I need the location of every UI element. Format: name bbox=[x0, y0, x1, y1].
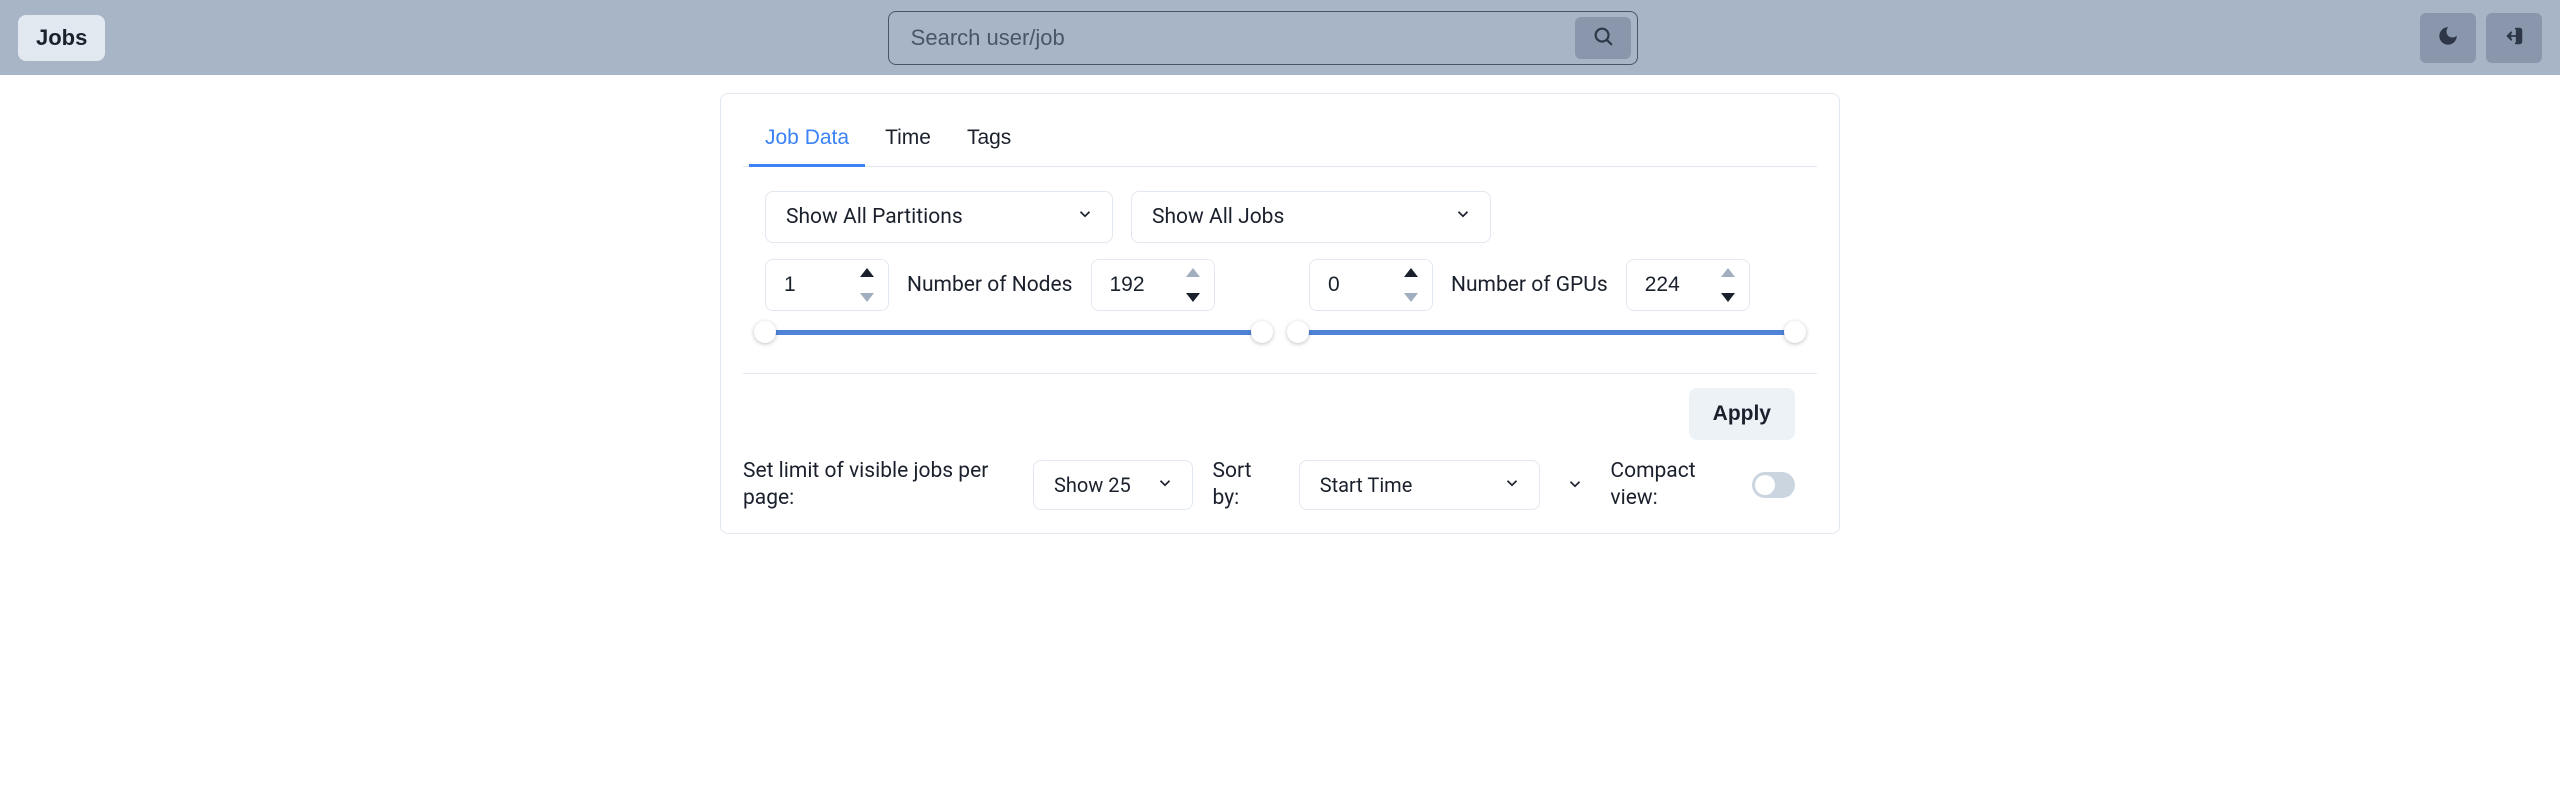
partitions-select[interactable]: Show All Partitions bbox=[765, 191, 1113, 243]
gpus-range-slider[interactable] bbox=[1298, 321, 1795, 343]
caret-down-icon bbox=[1186, 293, 1200, 302]
caret-up-icon bbox=[1186, 268, 1200, 277]
nodes-slider-thumb-max[interactable] bbox=[1251, 321, 1273, 343]
nodes-min-increment[interactable] bbox=[846, 260, 888, 285]
caret-down-icon bbox=[860, 293, 874, 302]
gpus-slider-thumb-min[interactable] bbox=[1287, 321, 1309, 343]
compact-view-toggle[interactable] bbox=[1752, 472, 1795, 498]
gpus-max-stepper[interactable] bbox=[1626, 259, 1750, 311]
jobs-brand-button[interactable]: Jobs bbox=[18, 15, 105, 61]
sort-direction-button[interactable] bbox=[1560, 469, 1590, 502]
gpus-min-decrement[interactable] bbox=[1390, 285, 1432, 310]
settings-row: Set limit of visible jobs per page: Show… bbox=[721, 440, 1839, 513]
nodes-min-stepper[interactable] bbox=[765, 259, 889, 311]
tabs: Job Data Time Tags bbox=[743, 110, 1817, 167]
toggle-knob bbox=[1755, 475, 1775, 495]
slider-track bbox=[765, 330, 1262, 335]
theme-toggle-button[interactable] bbox=[2420, 13, 2476, 63]
page-limit-select[interactable]: Show 25 bbox=[1033, 460, 1193, 510]
chevron-down-icon bbox=[1454, 205, 1472, 229]
chevron-down-icon bbox=[1566, 481, 1584, 496]
compact-view-label: Compact view: bbox=[1610, 458, 1738, 513]
filter-card: Job Data Time Tags Show All Partitions S… bbox=[720, 93, 1840, 534]
jobs-select-label: Show All Jobs bbox=[1152, 205, 1284, 229]
caret-down-icon bbox=[1721, 293, 1735, 302]
nodes-max-increment[interactable] bbox=[1172, 260, 1214, 285]
filter-panel: Show All Partitions Show All Jobs bbox=[721, 167, 1839, 343]
nodes-range-group: Number of Nodes bbox=[765, 259, 1251, 311]
gpus-slider-thumb-max[interactable] bbox=[1784, 321, 1806, 343]
gpus-label: Number of GPUs bbox=[1451, 273, 1608, 297]
sort-by-label: Sort by: bbox=[1213, 458, 1279, 513]
nodes-max-decrement[interactable] bbox=[1172, 285, 1214, 310]
nodes-range-slider[interactable] bbox=[765, 321, 1262, 343]
slider-track bbox=[1298, 330, 1795, 335]
search-container bbox=[888, 11, 1638, 65]
gpus-range-group: Number of GPUs bbox=[1309, 259, 1795, 311]
tab-tags[interactable]: Tags bbox=[967, 120, 1011, 166]
gpus-max-increment[interactable] bbox=[1707, 260, 1749, 285]
search-input[interactable] bbox=[889, 12, 1569, 64]
chevron-down-icon bbox=[1156, 473, 1174, 497]
sort-by-value: Start Time bbox=[1320, 473, 1413, 497]
apply-button[interactable]: Apply bbox=[1689, 388, 1795, 440]
chevron-down-icon bbox=[1076, 205, 1094, 229]
search-button[interactable] bbox=[1575, 17, 1631, 59]
caret-down-icon bbox=[1404, 293, 1418, 302]
jobs-select[interactable]: Show All Jobs bbox=[1131, 191, 1491, 243]
page-limit-value: Show 25 bbox=[1054, 473, 1131, 497]
nodes-label: Number of Nodes bbox=[907, 273, 1073, 297]
nodes-min-decrement[interactable] bbox=[846, 285, 888, 310]
limit-label: Set limit of visible jobs per page: bbox=[743, 458, 1013, 513]
gpus-min-input[interactable] bbox=[1310, 260, 1390, 310]
nodes-max-stepper[interactable] bbox=[1091, 259, 1215, 311]
logout-icon bbox=[2503, 25, 2525, 50]
nodes-max-input[interactable] bbox=[1092, 260, 1172, 310]
gpus-min-stepper[interactable] bbox=[1309, 259, 1433, 311]
top-bar: Jobs bbox=[0, 0, 2560, 75]
caret-up-icon bbox=[1404, 268, 1418, 277]
caret-up-icon bbox=[860, 268, 874, 277]
partitions-select-label: Show All Partitions bbox=[786, 205, 963, 229]
tab-time[interactable]: Time bbox=[885, 120, 931, 166]
nodes-min-input[interactable] bbox=[766, 260, 846, 310]
caret-up-icon bbox=[1721, 268, 1735, 277]
tab-job-data[interactable]: Job Data bbox=[765, 120, 849, 166]
top-actions bbox=[2420, 13, 2542, 63]
sort-by-select[interactable]: Start Time bbox=[1299, 460, 1541, 510]
gpus-max-decrement[interactable] bbox=[1707, 285, 1749, 310]
search-icon bbox=[1592, 25, 1614, 50]
gpus-max-input[interactable] bbox=[1627, 260, 1707, 310]
chevron-down-icon bbox=[1503, 473, 1521, 497]
moon-icon bbox=[2437, 25, 2459, 50]
logout-button[interactable] bbox=[2486, 13, 2542, 63]
nodes-slider-thumb-min[interactable] bbox=[754, 321, 776, 343]
gpus-min-increment[interactable] bbox=[1390, 260, 1432, 285]
